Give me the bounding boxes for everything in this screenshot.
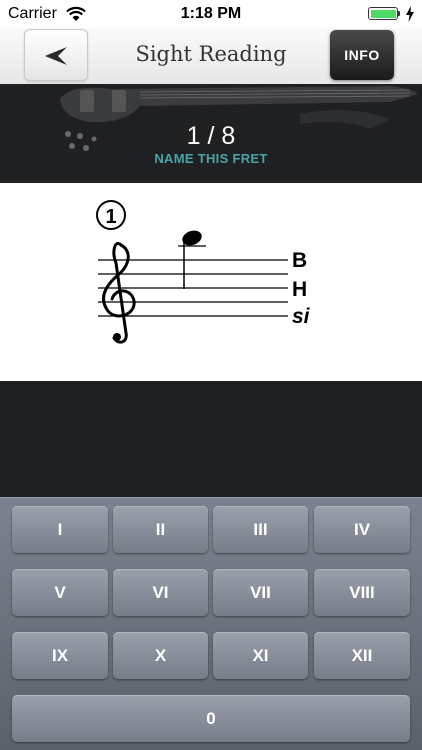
key-0[interactable]: 0: [12, 695, 410, 742]
answer-keypad: I II III IV V VI VII VIII IX X XI XII 0: [0, 497, 422, 750]
battery-icon: [368, 7, 398, 20]
back-arrow-icon: [45, 47, 67, 65]
battery-cap: [398, 11, 400, 16]
key-VIII[interactable]: VIII: [314, 569, 410, 616]
key-X[interactable]: X: [113, 632, 208, 679]
notation-panel: 1 B H si: [0, 183, 422, 381]
info-button[interactable]: INFO: [330, 30, 394, 80]
back-button[interactable]: [24, 29, 88, 81]
key-VII[interactable]: VII: [213, 569, 308, 616]
key-XI[interactable]: XI: [213, 632, 308, 679]
treble-clef: [102, 242, 136, 344]
string-label-h: H: [292, 278, 307, 301]
key-IV[interactable]: IV: [314, 506, 410, 553]
page-title: Sight Reading: [135, 42, 287, 66]
key-V[interactable]: V: [12, 569, 108, 616]
key-IX[interactable]: IX: [12, 632, 108, 679]
key-II[interactable]: II: [113, 506, 208, 553]
status-bar: Carrier 1:18 PM: [0, 0, 422, 28]
key-I[interactable]: I: [12, 506, 108, 553]
key-VI[interactable]: VI: [113, 569, 208, 616]
clock: 1:18 PM: [180, 5, 242, 22]
question-progress: 1 / 8: [186, 122, 236, 150]
string-label-si: si: [292, 305, 311, 328]
question-prompt: NAME THIS FRET: [154, 151, 268, 166]
key-XII[interactable]: XII: [314, 632, 410, 679]
charging-icon: [406, 6, 414, 22]
key-III[interactable]: III: [213, 506, 308, 553]
string-number: 1: [105, 206, 116, 228]
string-label-b: B: [292, 249, 307, 272]
exercise-header: 1 / 8 NAME THIS FRET: [0, 84, 422, 183]
spacer: [0, 381, 422, 497]
nav-bar: Sight Reading INFO: [0, 28, 422, 84]
staff-lines: [98, 259, 288, 317]
